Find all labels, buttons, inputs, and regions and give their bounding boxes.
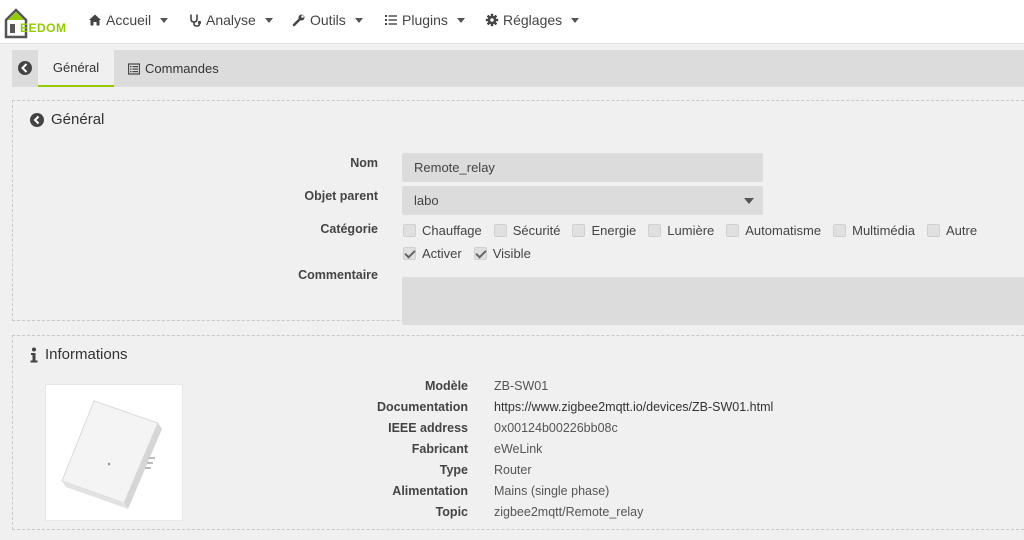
- info-label-fabricant: Fabricant: [411, 442, 468, 456]
- nom-label: Nom: [350, 156, 378, 170]
- list-alt-icon: [128, 62, 140, 75]
- info-value-fabricant: eWeLink: [494, 442, 543, 456]
- informations-panel-title: Informations: [29, 346, 128, 363]
- tab-bar: Général Commandes: [12, 50, 1024, 87]
- categorie-label: Catégorie: [320, 222, 378, 236]
- wrench-icon: [292, 14, 305, 27]
- checkbox-checked[interactable]: [473, 247, 487, 260]
- info-value-modele: ZB-SW01: [494, 379, 549, 393]
- caret-down-icon: [744, 198, 754, 204]
- tab-general[interactable]: Général: [38, 50, 114, 87]
- info-icon: [30, 347, 38, 362]
- informations-panel: Informations Modèle ZB-SW01 Documentatio…: [12, 335, 1024, 530]
- general-panel-title: Général: [29, 111, 104, 128]
- nav-plugins[interactable]: Plugins: [384, 12, 465, 28]
- caret-down-icon: [264, 17, 273, 23]
- nav-outils-label: Outils: [310, 12, 346, 28]
- tab-general-label: Général: [52, 60, 100, 75]
- checkbox-checked[interactable]: [403, 247, 416, 260]
- stethoscope-icon: [190, 14, 202, 27]
- category-automatisme[interactable]: Automatisme: [726, 223, 821, 238]
- caret-down-icon: [354, 17, 363, 23]
- flag-checkboxes: Activer Visible: [403, 246, 543, 261]
- list-icon: [385, 15, 397, 25]
- arrow-circle-left-icon[interactable]: [16, 59, 34, 77]
- nav-reglages[interactable]: Réglages: [485, 12, 580, 28]
- category-autre[interactable]: Autre: [926, 223, 977, 238]
- info-value-topic: zigbee2mqtt/Remote_relay: [494, 505, 644, 519]
- nom-input[interactable]: Remote_relay: [402, 153, 763, 182]
- caret-down-icon: [571, 17, 580, 23]
- checkbox[interactable]: [926, 224, 940, 237]
- logo-text: EEDOM: [20, 21, 67, 35]
- nav-outils[interactable]: Outils: [292, 12, 363, 28]
- visible-checkbox-item[interactable]: Visible: [473, 246, 531, 261]
- cog-icon: [485, 13, 499, 27]
- nav-accueil-label: Accueil: [106, 12, 152, 28]
- informations-title-text: Informations: [45, 346, 128, 363]
- arrow-circle-left-icon: [30, 112, 44, 127]
- info-value-ieee: 0x00124b00226bb08c: [494, 421, 618, 435]
- commentaire-textarea[interactable]: [402, 277, 1024, 325]
- nav-analyse[interactable]: Analyse: [188, 12, 273, 28]
- info-label-documentation: Documentation: [377, 400, 468, 414]
- info-value-type: Router: [494, 463, 532, 477]
- wall-switch-image: [61, 400, 162, 509]
- categorie-checkboxes: Chauffage Sécurité Energie Lumière Autom…: [403, 223, 989, 238]
- objet-parent-select[interactable]: labo: [402, 186, 763, 215]
- nav-reglages-label: Réglages: [503, 12, 563, 28]
- top-navbar: EEDOM Accueil Analyse Outils Plugins Rég…: [0, 0, 1024, 44]
- info-label-alimentation: Alimentation: [392, 484, 468, 498]
- info-label-ieee: IEEE address: [388, 421, 468, 435]
- nav-accueil[interactable]: Accueil: [88, 12, 169, 28]
- checkbox[interactable]: [648, 224, 662, 237]
- caret-down-icon: [456, 17, 465, 23]
- device-image: [45, 384, 183, 521]
- objet-parent-value: labo: [414, 193, 439, 208]
- checkbox[interactable]: [833, 224, 847, 237]
- category-securite[interactable]: Sécurité: [493, 223, 560, 238]
- caret-down-icon: [160, 17, 169, 23]
- checkbox[interactable]: [572, 224, 586, 237]
- home-icon: [89, 14, 101, 26]
- info-label-type: Type: [439, 463, 468, 477]
- category-lumiere[interactable]: Lumière: [648, 223, 714, 238]
- objet-parent-label: Objet parent: [304, 189, 378, 203]
- category-chauffage[interactable]: Chauffage: [403, 223, 482, 238]
- checkbox[interactable]: [726, 224, 740, 237]
- nav-plugins-label: Plugins: [402, 12, 448, 28]
- category-energie[interactable]: Energie: [572, 223, 636, 238]
- documentation-link[interactable]: https://www.zigbee2mqtt.io/devices/ZB-SW…: [494, 400, 773, 414]
- tab-commandes-label: Commandes: [145, 61, 219, 76]
- tab-commandes[interactable]: Commandes: [114, 50, 233, 87]
- info-value-alimentation: Mains (single phase): [494, 484, 610, 498]
- nom-value: Remote_relay: [414, 160, 495, 175]
- general-panel: Général Nom Remote_relay Objet parent la…: [12, 100, 1024, 325]
- checkbox[interactable]: [403, 224, 416, 237]
- commentaire-label: Commentaire: [298, 268, 378, 282]
- nav-analyse-label: Analyse: [206, 12, 256, 28]
- info-label-modele: Modèle: [424, 379, 468, 393]
- info-label-topic: Topic: [435, 505, 468, 519]
- activer-checkbox-item[interactable]: Activer: [403, 246, 462, 261]
- category-multimedia[interactable]: Multimédia: [833, 223, 915, 238]
- general-title-text: Général: [51, 111, 105, 128]
- checkbox[interactable]: [493, 224, 507, 237]
- jeedom-logo[interactable]: EEDOM: [4, 4, 72, 40]
